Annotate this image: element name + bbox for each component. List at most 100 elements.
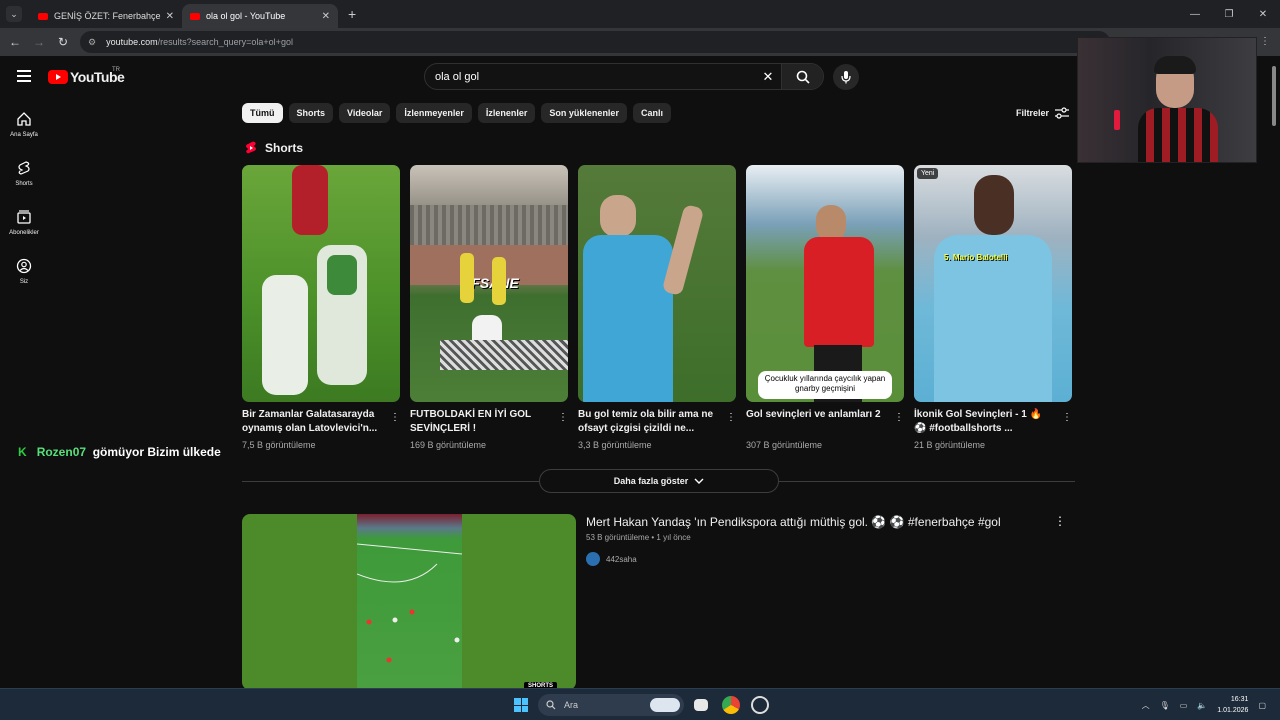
guide-item-shorts[interactable]: Shorts (0, 149, 48, 198)
close-tab-icon[interactable]: ✕ (322, 11, 330, 22)
tab-title: ola ol gol - YouTube (206, 11, 286, 21)
more-actions-icon[interactable]: ⋮ (558, 412, 568, 423)
channel-name[interactable]: 442saha (606, 555, 637, 564)
microphone-icon[interactable]: 🎙 (1160, 701, 1170, 710)
show-more-button[interactable]: Daha fazla göster (539, 469, 779, 493)
short-thumbnail[interactable]: 5. Mario Balotelli Yeni (914, 165, 1072, 402)
short-title[interactable]: Bir Zamanlar Galatasarayda oynamış olan … (242, 408, 384, 436)
video-thumbnail[interactable]: SHORTS (242, 514, 576, 690)
more-actions-icon[interactable]: ⋮ (726, 412, 736, 423)
referee-shirt (583, 235, 673, 402)
short-info: FUTBOLDAKİ EN İYİ GOL SEVİNÇLERİ ! 169 B… (410, 408, 568, 450)
video-result: SHORTS Mert Hakan Yandaş 'ın Pendikspora… (242, 514, 1076, 690)
clock-time: 16:31 (1230, 696, 1249, 703)
app-icon[interactable] (751, 696, 769, 714)
chip-watched[interactable]: İzlenenler (477, 103, 536, 123)
windows-start-icon[interactable] (514, 698, 528, 712)
browser-menu-icon[interactable]: ⋮ (1260, 36, 1270, 47)
more-actions-icon[interactable]: ⋮ (390, 412, 400, 423)
window-controls: — ❐ ✕ (1178, 0, 1280, 28)
more-actions-icon[interactable]: ⋮ (1054, 514, 1066, 528)
search-input[interactable] (425, 70, 755, 83)
short-title[interactable]: İkonik Gol Sevinçleri - 1 🔥 ⚽ #footballs… (914, 408, 1056, 436)
url-path: /results?search_query=ola+ol+gol (157, 37, 293, 47)
volume-icon[interactable]: 🔈 (1197, 701, 1207, 710)
channel-row[interactable]: 442saha (586, 552, 637, 566)
restore-button[interactable]: ❐ (1212, 0, 1246, 28)
youtube-play-icon (48, 70, 68, 84)
site-info-icon[interactable]: ⚙ (88, 37, 96, 48)
back-arrow-icon[interactable]: ← (3, 35, 27, 49)
show-more-label: Daha fazla göster (613, 476, 689, 486)
webcam-red-light (1114, 110, 1120, 130)
network-icon[interactable]: ▭ (1180, 701, 1188, 710)
short-info: İkonik Gol Sevinçleri - 1 🔥 ⚽ #footballs… (914, 408, 1072, 450)
chevron-up-icon[interactable]: ︿ (1142, 700, 1150, 711)
pitch-lines-icon (357, 543, 462, 663)
address-bar[interactable]: ⚙ youtube.com /results?search_query=ola+… (80, 31, 1110, 53)
short-thumbnail[interactable] (242, 165, 400, 402)
guide-item-subscriptions[interactable]: Abonelikler (0, 198, 48, 247)
clear-search-icon[interactable]: ✕ (755, 69, 781, 85)
short-card[interactable]: EFSANE FUTBOLDAKİ EN İYİ GOL SEVİNÇLERİ … (410, 165, 568, 450)
more-actions-icon[interactable]: ⋮ (1062, 412, 1072, 423)
chip-all[interactable]: Tümü (242, 103, 283, 123)
country-code: TR (112, 67, 120, 73)
chip-recent[interactable]: Son yüklenenler (541, 103, 627, 123)
youtube-logo[interactable]: YouTube TR (48, 67, 125, 85)
new-tab-button[interactable]: + (348, 6, 356, 22)
chip-unwatched[interactable]: İzlenmeyenler (396, 103, 472, 123)
file-explorer-icon[interactable] (694, 699, 708, 711)
url-host: youtube.com (106, 37, 158, 47)
clock-date: 1.01.2026 (1217, 707, 1249, 714)
tab-search-button[interactable]: ⌄ (6, 6, 22, 22)
microphone-icon (841, 71, 851, 84)
voice-search-button[interactable] (833, 64, 859, 90)
stream-chat-overlay: K Rozen07 gömüyor Bizim ülkede (18, 445, 221, 459)
divider (242, 481, 539, 482)
guide-item-you[interactable]: Siz (0, 247, 48, 296)
scrollbar-thumb[interactable] (1272, 66, 1276, 126)
minimize-button[interactable]: — (1178, 0, 1212, 28)
search-button[interactable] (781, 64, 823, 89)
short-card[interactable]: Bu gol temiz ola bilir ama ne ofsayt çiz… (578, 165, 736, 450)
forward-arrow-icon[interactable]: → (27, 35, 51, 49)
short-card[interactable]: Çocukluk yıllarında çaycılık yapan gnarb… (746, 165, 904, 450)
channel-avatar[interactable] (586, 552, 600, 566)
youtube-favicon-icon (38, 12, 48, 20)
close-window-button[interactable]: ✕ (1246, 0, 1280, 28)
filters-button[interactable]: Filtreler (1016, 107, 1070, 119)
shorts-icon (18, 161, 30, 175)
taskbar-search[interactable]: Ara (538, 694, 684, 716)
close-tab-icon[interactable]: ✕ (166, 11, 174, 22)
short-views: 7,5 B görüntüleme (242, 440, 316, 450)
browser-tab-active[interactable]: ola ol gol - YouTube ✕ (182, 4, 338, 28)
guide-item-home[interactable]: Ana Sayfa (0, 100, 48, 149)
chrome-icon[interactable] (722, 696, 740, 714)
browser-tab[interactable]: GENİŞ ÖZET: Fenerbahçe (0-3) ... ✕ (30, 4, 182, 28)
short-thumbnail[interactable]: EFSANE (410, 165, 568, 402)
referee-head (600, 195, 636, 237)
clock[interactable]: 16:31 1.01.2026 (1217, 694, 1248, 716)
short-title[interactable]: Gol sevinçleri ve anlamları 2 (746, 408, 888, 436)
guide-label: Shorts (15, 181, 33, 187)
short-title[interactable]: FUTBOLDAKİ EN İYİ GOL SEVİNÇLERİ ! (410, 408, 552, 436)
chip-videos[interactable]: Videolar (339, 103, 391, 123)
more-actions-icon[interactable]: ⋮ (894, 412, 904, 423)
stadium-seats (410, 205, 568, 245)
short-title[interactable]: Bu gol temiz ola bilir ama ne ofsayt çiz… (578, 408, 720, 436)
short-thumbnail[interactable] (578, 165, 736, 402)
hamburger-menu-icon[interactable] (17, 70, 31, 82)
short-info: Bu gol temiz ola bilir ama ne ofsayt çiz… (578, 408, 736, 450)
notification-icon[interactable]: ▢ (1258, 701, 1266, 710)
short-card[interactable]: 5. Mario Balotelli Yeni İkonik Gol Sevin… (914, 165, 1072, 450)
page-scrollbar[interactable] (1268, 56, 1280, 688)
caption-overlay: Çocukluk yıllarında çaycılık yapan gnarb… (758, 371, 892, 399)
shorts-logo-icon (246, 141, 256, 154)
video-title[interactable]: Mert Hakan Yandaş 'ın Pendikspora attığı… (586, 515, 1001, 529)
chip-live[interactable]: Canlı (632, 103, 671, 123)
short-thumbnail[interactable]: Çocukluk yıllarında çaycılık yapan gnarb… (746, 165, 904, 402)
reload-icon[interactable]: ↻ (51, 35, 75, 49)
chip-shorts[interactable]: Shorts (288, 103, 334, 123)
short-card[interactable]: Bir Zamanlar Galatasarayda oynamış olan … (242, 165, 400, 450)
